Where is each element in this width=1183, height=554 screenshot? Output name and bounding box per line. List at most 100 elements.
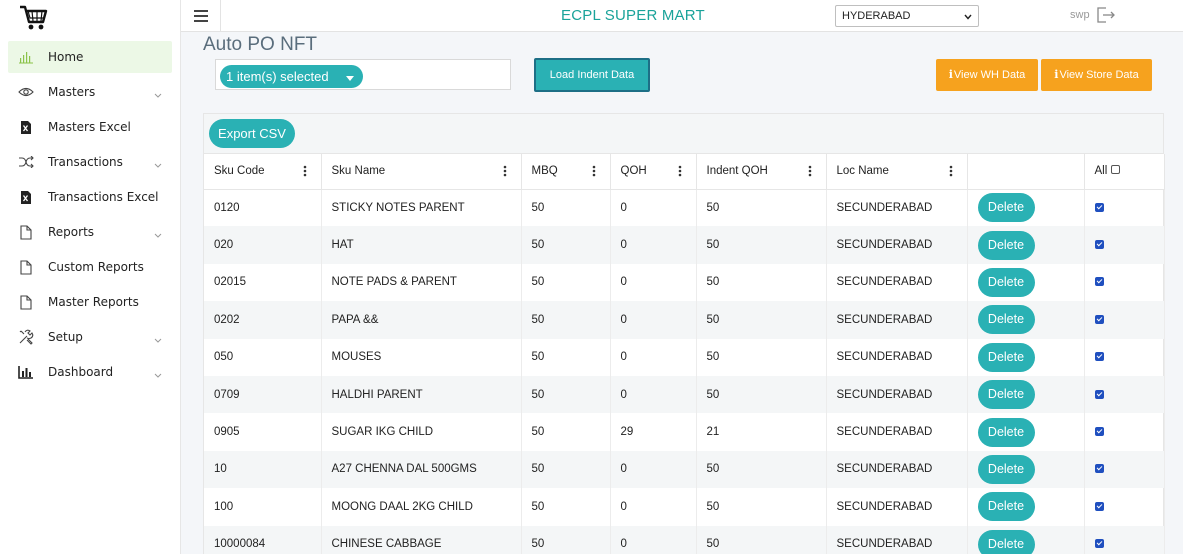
- column-header-label: MBQ: [531, 165, 558, 178]
- shopping-cart-logo-icon[interactable]: [0, 0, 180, 38]
- cell-action: Delete: [967, 263, 1085, 302]
- chevron-down-icon: [154, 157, 162, 171]
- row-checkbox[interactable]: [1094, 352, 1104, 362]
- sidebar-item-transactions-excel[interactable]: Transactions Excel: [8, 181, 172, 213]
- caret-down-icon: [346, 70, 354, 85]
- file-icon: [16, 223, 36, 241]
- cell-indent-qoh: 50: [696, 375, 827, 414]
- table-row: 02015 NOTE PADS & PARENT 50 0 50 SECUNDERABAD…: [204, 263, 1165, 302]
- column-header-label: Sku Name: [331, 165, 386, 178]
- sidebar-item-reports[interactable]: Reports: [8, 216, 172, 248]
- cell-mbq: 50: [521, 488, 611, 526]
- row-checkbox[interactable]: [1094, 464, 1104, 474]
- row-checkbox[interactable]: [1094, 240, 1104, 250]
- cell-select: [1084, 338, 1165, 376]
- cell-indent-qoh: 50: [696, 301, 827, 339]
- export-csv-button[interactable]: Export CSV: [209, 119, 295, 148]
- column-menu-icon[interactable]: [592, 165, 596, 180]
- grid-toolbar: Export CSV: [204, 114, 1163, 154]
- select-all-checkbox[interactable]: [1111, 165, 1121, 175]
- delete-button[interactable]: Delete: [977, 529, 1035, 554]
- sidebar-item-label: Dashboard: [48, 365, 114, 379]
- logout-icon[interactable]: [1097, 7, 1116, 28]
- username-label: swp: [1070, 9, 1090, 21]
- location-select-value: HYDERABAD: [842, 10, 911, 22]
- cell-indent-qoh: 50: [696, 338, 827, 376]
- row-checkbox[interactable]: [1094, 501, 1104, 511]
- delete-button[interactable]: Delete: [977, 230, 1035, 260]
- column-header-label: Sku Code: [214, 165, 265, 178]
- column-header-loc-name[interactable]: Loc Name: [826, 154, 968, 190]
- delete-button[interactable]: Delete: [977, 267, 1035, 297]
- column-menu-icon[interactable]: [678, 165, 682, 180]
- cell-select: [1084, 189, 1165, 227]
- cell-mbq: 50: [521, 263, 611, 302]
- sidebar-item-home[interactable]: Home: [8, 41, 172, 73]
- row-checkbox[interactable]: [1094, 539, 1104, 549]
- cell-qoh: 0: [610, 450, 697, 489]
- column-menu-icon[interactable]: [808, 165, 812, 180]
- column-menu-icon[interactable]: [303, 165, 307, 180]
- column-menu-icon[interactable]: [949, 165, 953, 180]
- row-checkbox[interactable]: [1094, 202, 1104, 212]
- dashboard-chart-icon: [16, 363, 36, 381]
- cell-mbq: 50: [521, 375, 611, 414]
- sidebar-item-setup[interactable]: Setup: [8, 321, 172, 353]
- sidebar-item-dashboard[interactable]: Dashboard: [8, 356, 172, 388]
- location-select[interactable]: HYDERABAD: [835, 5, 979, 27]
- load-indent-data-button[interactable]: Load Indent Data: [534, 58, 650, 92]
- cell-action: Delete: [967, 375, 1085, 414]
- delete-button[interactable]: Delete: [977, 380, 1035, 410]
- cell-loc-name: SECUNDERABAD: [826, 488, 968, 526]
- cell-sku-name: CHINESE CABBAGE: [321, 525, 522, 554]
- cell-qoh: 0: [610, 525, 697, 554]
- cell-qoh: 0: [610, 226, 697, 264]
- column-header-mbq[interactable]: MBQ: [521, 154, 611, 190]
- delete-button[interactable]: Delete: [977, 454, 1035, 484]
- table-row: 10000084 CHINESE CABBAGE 50 0 50 SECUNDERABAD…: [204, 525, 1165, 554]
- column-header-sku-name[interactable]: Sku Name: [321, 154, 522, 190]
- row-checkbox[interactable]: [1094, 277, 1104, 287]
- cell-mbq: 50: [521, 338, 611, 376]
- view-store-data-button[interactable]: iView Store Data: [1041, 59, 1152, 91]
- cell-sku-name: STICKY NOTES PARENT: [321, 189, 522, 227]
- column-header-qoh[interactable]: QOH: [610, 154, 697, 190]
- cell-qoh: 0: [610, 263, 697, 302]
- cell-qoh: 0: [610, 301, 697, 339]
- file-icon: [16, 258, 36, 276]
- column-header-sku-code[interactable]: Sku Code: [204, 154, 322, 190]
- row-checkbox[interactable]: [1094, 389, 1104, 399]
- item-multiselect[interactable]: 1 item(s) selected: [215, 59, 511, 90]
- delete-button[interactable]: Delete: [977, 417, 1035, 447]
- cell-loc-name: SECUNDERABAD: [826, 263, 968, 302]
- delete-button[interactable]: Delete: [977, 342, 1035, 372]
- table-header-row: Sku Code Sku Name MBQ QOH Indent QOH Loc Name…: [204, 154, 1165, 190]
- cell-action: Delete: [967, 413, 1085, 451]
- sidebar-item-label: Custom Reports: [48, 260, 144, 274]
- sidebar-item-label: Reports: [48, 225, 95, 239]
- sidebar-item-masters-excel[interactable]: Masters Excel: [8, 111, 172, 143]
- cell-select: [1084, 450, 1165, 489]
- delete-button[interactable]: Delete: [977, 492, 1035, 522]
- cell-sku-code: 0709: [204, 375, 322, 414]
- cell-sku-name: HAT: [321, 226, 522, 264]
- info-icon: i: [948, 68, 953, 81]
- multiselect-dropdown-button[interactable]: 1 item(s) selected: [220, 65, 363, 88]
- column-menu-icon[interactable]: [503, 165, 507, 180]
- row-checkbox[interactable]: [1094, 427, 1104, 437]
- delete-button[interactable]: Delete: [977, 305, 1035, 335]
- shuffle-icon: [16, 153, 36, 171]
- sidebar-item-master-reports[interactable]: Master Reports: [8, 286, 172, 318]
- delete-button[interactable]: Delete: [977, 193, 1035, 223]
- view-wh-data-button[interactable]: iView WH Data: [936, 59, 1038, 91]
- column-header-indent-qoh[interactable]: Indent QOH: [696, 154, 827, 190]
- sidebar-item-label: Master Reports: [48, 295, 139, 309]
- row-checkbox[interactable]: [1094, 314, 1104, 324]
- sidebar-item-label: Masters Excel: [48, 120, 131, 134]
- cell-action: Delete: [967, 488, 1085, 526]
- bar-chart-icon: [16, 48, 36, 66]
- sidebar-item-custom-reports[interactable]: Custom Reports: [8, 251, 172, 283]
- hamburger-menu-icon[interactable]: [181, 0, 221, 32]
- sidebar-item-transactions[interactable]: Transactions: [8, 146, 172, 178]
- sidebar-item-masters[interactable]: Masters: [8, 76, 172, 108]
